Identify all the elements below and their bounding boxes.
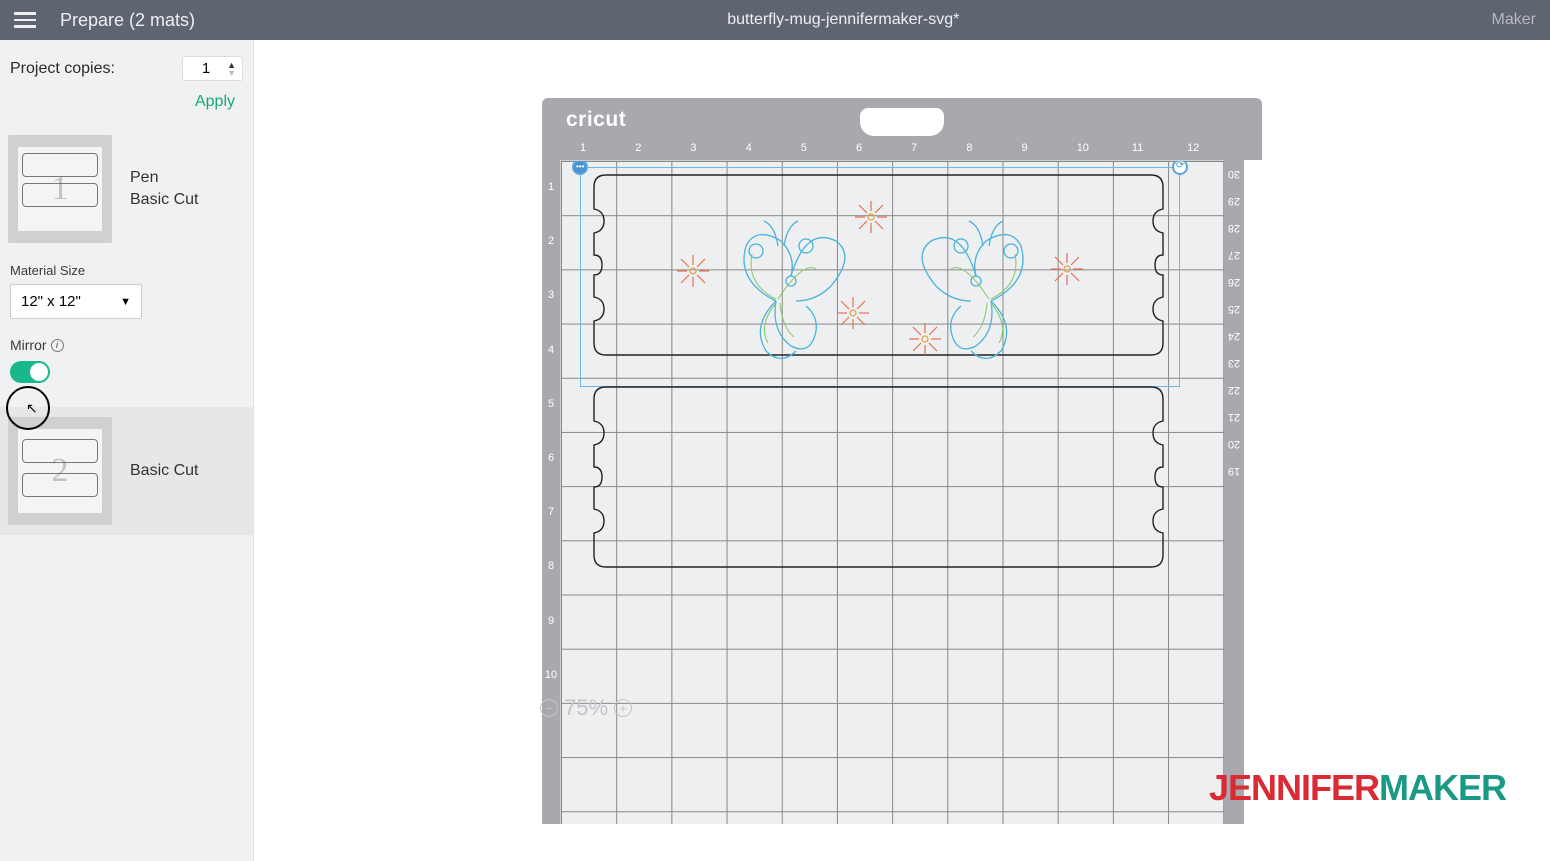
zoom-control[interactable]: − 75% +: [540, 695, 632, 721]
ruler-right: 302928272625242322212019: [1224, 160, 1244, 824]
ruler-left: 12345678910: [542, 160, 560, 824]
info-icon[interactable]: i: [51, 339, 64, 352]
prepare-title: Prepare (2 mats): [60, 10, 195, 31]
project-title: butterfly-mug-jennifermaker-svg*: [195, 11, 1492, 29]
machine-label[interactable]: Maker: [1492, 11, 1536, 29]
design-artwork: [561, 161, 1224, 824]
menu-icon[interactable]: [14, 12, 36, 28]
copies-label: Project copies:: [10, 60, 115, 78]
material-size-label: Material Size: [0, 253, 253, 284]
copies-stepper[interactable]: ▲▼: [182, 56, 243, 81]
mat-1-row[interactable]: 1 Pen Basic Cut: [0, 125, 253, 253]
canvas-area: cricut 123456789101112 12345678910: [254, 40, 1550, 861]
copies-input[interactable]: [189, 60, 223, 77]
mirror-toggle[interactable]: [10, 361, 50, 383]
mirror-label: Mirror: [10, 337, 47, 353]
cutting-mat[interactable]: cricut 123456789101112 12345678910: [542, 98, 1262, 824]
zoom-out-icon[interactable]: −: [540, 699, 558, 717]
cursor-icon: ↖: [26, 400, 38, 417]
sidebar: Project copies: ▲▼ Apply 1 Pen Basic Cut…: [0, 40, 254, 861]
mat-2-row[interactable]: 2 Basic Cut: [0, 407, 253, 535]
mat-grid[interactable]: [560, 160, 1224, 824]
zoom-value: 75%: [564, 695, 608, 721]
top-bar: Prepare (2 mats) butterfly-mug-jenniferm…: [0, 0, 1550, 40]
mat-2-thumb: 2: [8, 417, 112, 525]
mat-2-meta: Basic Cut: [130, 460, 198, 482]
material-size-select[interactable]: 12" x 12" ▼: [10, 284, 142, 319]
apply-button[interactable]: Apply: [195, 93, 235, 110]
brand-label: cricut: [566, 108, 626, 132]
ruler-top: 123456789101112: [542, 142, 1262, 160]
mat-tab: [860, 108, 944, 136]
watermark: JENNIFERMAKER: [1209, 767, 1506, 809]
zoom-in-icon[interactable]: +: [614, 699, 632, 717]
mat-1-thumb: 1: [8, 135, 112, 243]
stepper-arrows[interactable]: ▲▼: [227, 61, 236, 77]
mat-1-meta: Pen Basic Cut: [130, 167, 198, 211]
chevron-down-icon: ▼: [120, 296, 131, 308]
